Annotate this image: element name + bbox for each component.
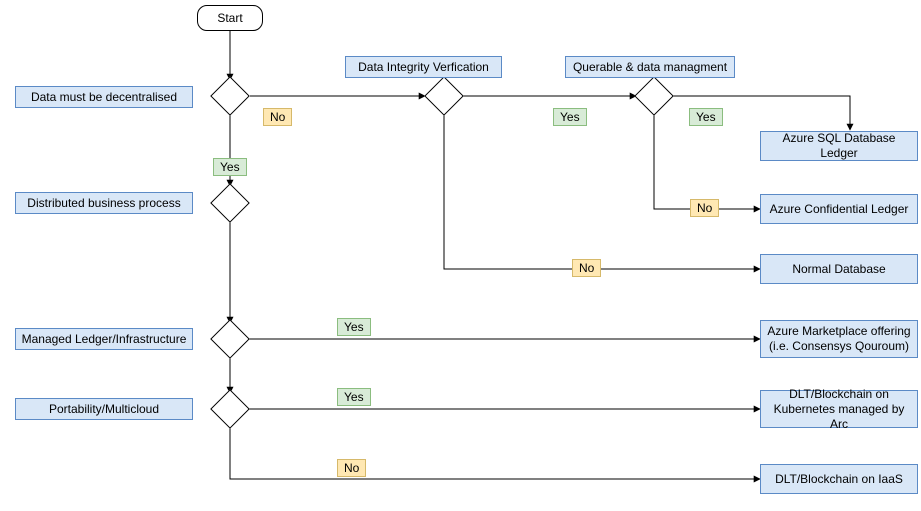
edge-yes: Yes (553, 108, 587, 126)
outcome-dlt-kubernetes: DLT/Blockchain on Kubernetes managed by … (760, 390, 918, 428)
label-portability: Portability/Multicloud (15, 398, 193, 420)
edge-no: No (263, 108, 292, 126)
edge-no: No (690, 199, 719, 217)
edge-no: No (337, 459, 366, 477)
decision-integrity (424, 76, 464, 116)
outcome-confidential-ledger: Azure Confidential Ledger (760, 194, 918, 224)
label-distributed: Distributed business process (15, 192, 193, 214)
decision-decentralised (210, 76, 250, 116)
start-node: Start (197, 5, 263, 31)
edge-yes: Yes (689, 108, 723, 126)
label-querable: Querable & data managment (565, 56, 735, 78)
edge-yes: Yes (337, 388, 371, 406)
decision-managed (210, 319, 250, 359)
outcome-normal-database: Normal Database (760, 254, 918, 284)
edge-yes: Yes (213, 158, 247, 176)
edge-yes: Yes (337, 318, 371, 336)
decision-querable (634, 76, 674, 116)
label-integrity: Data Integrity Verfication (345, 56, 502, 78)
label-managed: Managed Ledger/Infrastructure (15, 328, 193, 350)
decision-distributed (210, 183, 250, 223)
outcome-sql-ledger: Azure SQL Database Ledger (760, 131, 918, 161)
flowchart-canvas: Start Data must be decentralised Data In… (0, 0, 921, 511)
decision-portability (210, 389, 250, 429)
label-decentralised: Data must be decentralised (15, 86, 193, 108)
outcome-marketplace: Azure Marketplace offering (i.e. Consens… (760, 320, 918, 358)
edge-no: No (572, 259, 601, 277)
outcome-dlt-iaas: DLT/Blockchain on IaaS (760, 464, 918, 494)
